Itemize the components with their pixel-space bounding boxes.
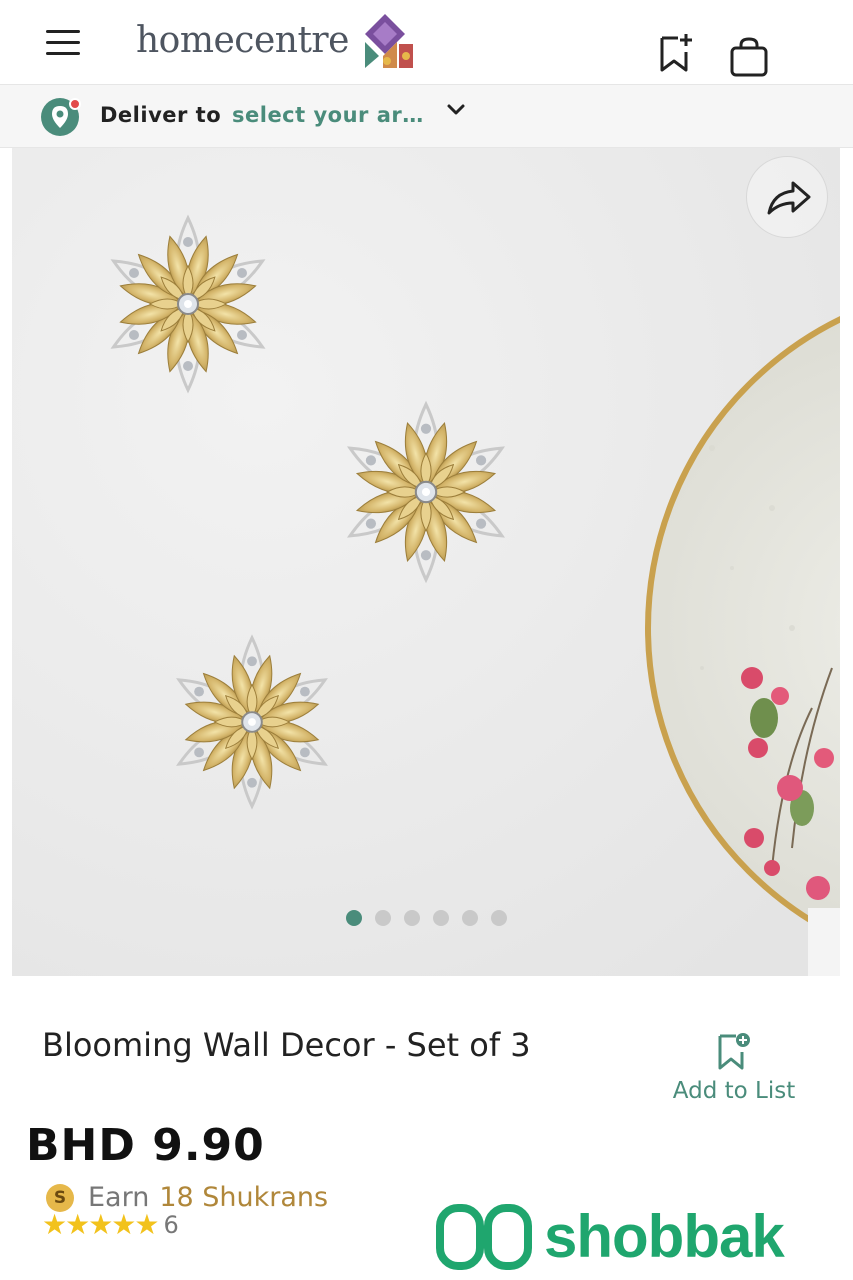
watermark-text: shobbak [544,1202,785,1270]
product-price: BHD 9.90 [26,1120,265,1171]
gallery-dot[interactable] [433,910,449,926]
add-to-list-button[interactable]: Add to List [664,1030,804,1114]
product-image[interactable] [12,148,840,976]
product-rating[interactable]: ★★★★★ 6 [42,1208,179,1241]
menu-icon[interactable] [44,28,82,58]
shobbak-watermark: shobbak [436,1200,785,1272]
share-arrow-icon [767,181,811,215]
shopping-bag-icon[interactable] [728,36,770,78]
gallery-dot[interactable] [375,910,391,926]
share-button[interactable] [746,156,828,238]
brand-logo[interactable]: homecentre [136,12,413,68]
logo-text: homecentre [136,19,349,61]
gallery-dot[interactable] [404,910,420,926]
chevron-down-icon [447,104,465,115]
delivery-area-selector[interactable]: Deliver to select your ar… [0,84,853,148]
app-header: homecentre [0,0,853,84]
gallery-dot[interactable] [346,910,362,926]
shobbak-logo-icon [436,1204,532,1270]
add-to-list-label: Add to List [672,1078,796,1104]
product-title: Blooming Wall Decor - Set of 3 [42,1026,531,1064]
product-photo [12,148,840,976]
logo-mark-icon [364,14,413,68]
gallery-pagination [346,910,507,926]
rating-count: 6 [163,1210,179,1239]
gallery-dot[interactable] [491,910,507,926]
deliver-to-label: Deliver to [100,103,222,127]
delivery-area-value: select your ar… [232,103,424,127]
location-pin-icon [41,98,81,136]
bookmark-plus-icon [718,1033,750,1070]
rating-stars: ★★★★★ [42,1208,160,1241]
gallery-dot[interactable] [462,910,478,926]
bookmark-plus-icon[interactable] [656,30,696,74]
earn-amount: 18 Shukrans [159,1182,329,1213]
